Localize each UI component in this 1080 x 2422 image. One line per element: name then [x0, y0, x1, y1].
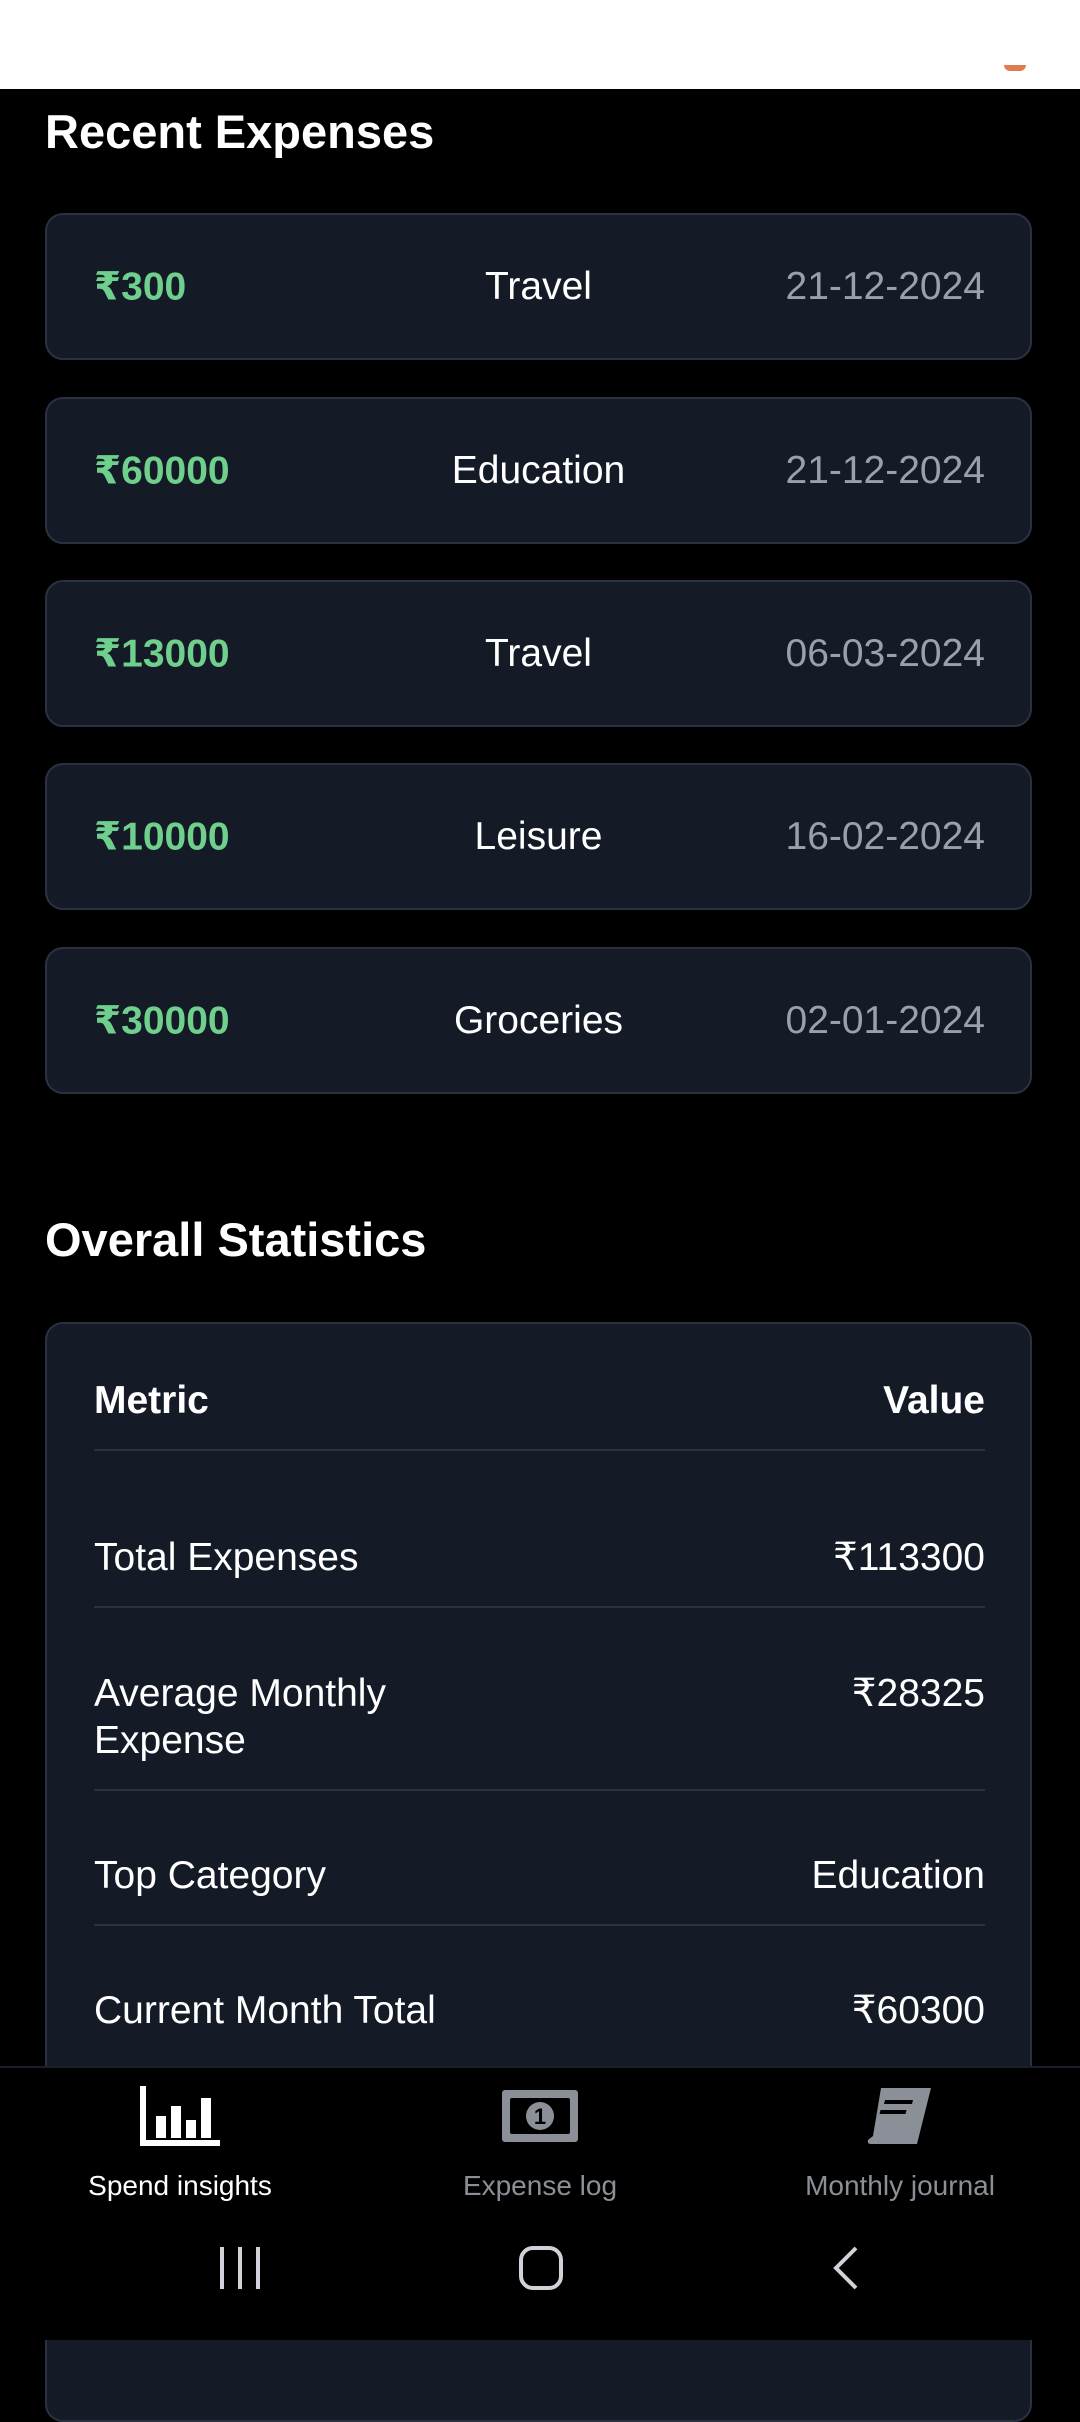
expense-date: 02-01-2024 [785, 998, 986, 1042]
metric-value: ₹113300 [832, 1536, 985, 1579]
system-navigation-bar [0, 2220, 1080, 2320]
metric-label: Top Category [94, 1854, 326, 1897]
value-column-header: Value [883, 1379, 985, 1422]
metric-value: ₹60300 [851, 1989, 985, 2032]
metric-label: Current Month Total [94, 1989, 436, 2032]
expense-date: 21-12-2024 [785, 448, 986, 492]
nav-label: Monthly journal [805, 2170, 995, 2201]
money-bill-icon: 1 [500, 2084, 580, 2153]
top-app-bar [0, 0, 1080, 89]
expense-date: 16-02-2024 [785, 814, 986, 858]
nav-monthly-journal[interactable]: Monthly journal [720, 2068, 1080, 2218]
expense-card[interactable]: ₹60000 Education 21-12-2024 [45, 397, 1032, 544]
metric-value: ₹28325 [851, 1672, 985, 1715]
overall-statistics-title: Overall Statistics [45, 1213, 427, 1266]
expense-date: 21-12-2024 [785, 264, 986, 308]
recent-expenses-title: Recent Expenses [45, 105, 435, 158]
header-divider [94, 1449, 985, 1451]
book-icon [865, 2084, 935, 2153]
back-button[interactable] [830, 2245, 860, 2296]
metric-label: Total Expenses [94, 1536, 359, 1579]
expense-card[interactable]: ₹300 Travel 21-12-2024 [45, 213, 1032, 360]
expense-card[interactable]: ₹13000 Travel 06-03-2024 [45, 580, 1032, 727]
expense-card[interactable]: ₹30000 Groceries 02-01-2024 [45, 947, 1032, 1094]
table-header: Metric Value [94, 1379, 985, 1423]
bar-chart-icon [138, 2084, 222, 2153]
metric-column-header: Metric [94, 1379, 209, 1422]
nav-expense-log[interactable]: 1 Expense log [360, 2068, 720, 2218]
nav-label: Expense log [462, 2170, 618, 2201]
nav-label: Spend insights [88, 2170, 272, 2201]
row-divider [94, 1924, 985, 1926]
expense-card[interactable]: ₹10000 Leisure 16-02-2024 [45, 763, 1032, 910]
nav-spend-insights[interactable]: Spend insights [0, 2068, 360, 2218]
recent-apps-button[interactable] [216, 2245, 264, 2296]
app-bar-accent [1004, 65, 1026, 71]
metric-value: Education [811, 1854, 985, 1897]
metric-label: Average Monthly Expense [94, 1672, 386, 1762]
home-button[interactable] [518, 2245, 564, 2296]
expense-date: 06-03-2024 [785, 631, 986, 675]
row-divider [94, 1606, 985, 1608]
svg-text:1: 1 [534, 2104, 546, 2129]
row-divider [94, 1789, 985, 1791]
